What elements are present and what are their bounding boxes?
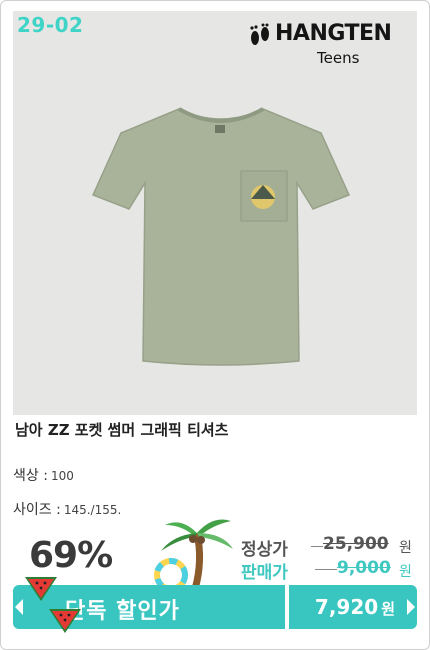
size-value: 145./155. (63, 503, 122, 517)
discount-rate: 69% (29, 535, 113, 576)
product-image[interactable]: 29-02 HANGTEN Teens (13, 11, 417, 415)
color-option: 색상 :100 (13, 465, 74, 485)
sale-price: 9,000 (337, 558, 391, 578)
color-value: 100 (50, 469, 74, 483)
regular-price-dash (311, 546, 323, 547)
color-label: 색상 : (13, 468, 48, 484)
size-option: 사이즈 :145./155. (13, 499, 121, 519)
regular-price-label: 정상가 (241, 540, 288, 560)
arrow-left-icon (15, 599, 23, 615)
watermelon-icon (49, 609, 81, 633)
size-label: 사이즈 : (13, 502, 61, 518)
product-title[interactable]: 남아 ZZ 포켓 썸머 그래픽 티셔츠 (15, 419, 228, 440)
banner-price: 7,920 (314, 595, 379, 619)
banner-price-text: 7,920 원 (315, 595, 395, 619)
banner-price-section: 7,920 원 (289, 585, 417, 629)
regular-price: 25,900 (323, 534, 389, 554)
footprints-icon (250, 23, 269, 45)
regular-price-currency: 원 (399, 540, 412, 556)
product-card[interactable]: 29-02 HANGTEN Teens 남아 ZZ 포켓 썸머 그래픽 티셔츠 … (0, 0, 430, 650)
tshirt-image (91, 107, 351, 366)
brand-subline: Teens (317, 49, 360, 67)
sale-price-label: 판매가 (241, 563, 288, 583)
item-code: 29-02 (17, 13, 84, 37)
sale-price-currency: 원 (399, 564, 412, 580)
sale-price-dash (315, 569, 337, 570)
watermelon-icon (25, 577, 57, 601)
arrow-right-icon (407, 599, 415, 615)
banner-currency: 원 (381, 600, 395, 618)
brand-name: HANGTEN (275, 21, 392, 46)
brand-logo: HANGTEN Teens (247, 19, 407, 71)
